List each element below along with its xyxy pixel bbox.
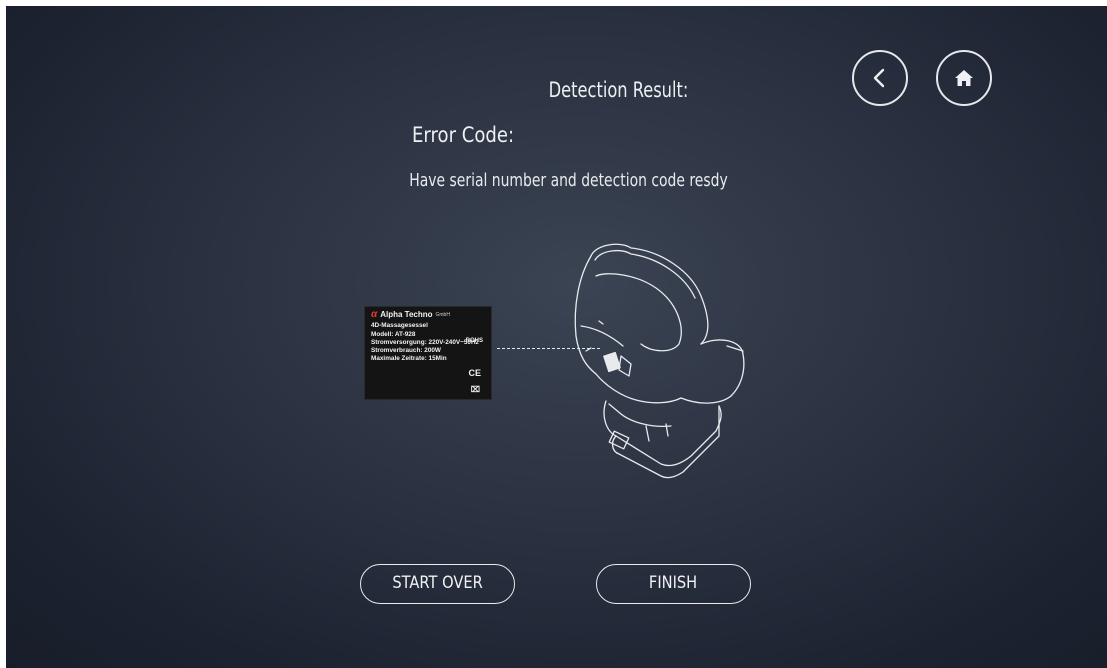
alpha-logo-icon: α	[371, 309, 378, 320]
detection-result-title: Detection Result:	[548, 78, 689, 102]
label-power-consumption: Stromverbrauch: 200W	[371, 347, 441, 355]
rohs-mark: ROHS	[465, 338, 483, 344]
massage-chair-illustration	[574, 243, 745, 479]
ce-mark: CE	[468, 368, 481, 378]
instructions-text: Have serial number and detection code re…	[409, 170, 728, 191]
finish-label: FINISH	[649, 573, 698, 593]
label-brand-row: α Alpha Techno GmbH	[371, 309, 485, 320]
label-brand-suffix: GmbH	[435, 312, 450, 318]
label-brand: Alpha Techno	[380, 310, 433, 319]
weee-bin-icon: ⌧	[470, 385, 480, 394]
start-over-label: START OVER	[392, 573, 483, 593]
error-code-label: Error Code:	[412, 123, 515, 147]
finish-button[interactable]: FINISH	[596, 564, 751, 604]
label-product: 4D-Massagesessel	[371, 322, 428, 330]
start-over-button[interactable]: START OVER	[360, 564, 515, 604]
serial-label-card: α Alpha Techno GmbH 4D-Massagesessel Mod…	[364, 306, 492, 400]
detection-screen: Detection Result: Error Code: Have seria…	[6, 6, 1107, 668]
label-max-runtime: Maximale Zeitrate: 15Min	[371, 355, 447, 363]
